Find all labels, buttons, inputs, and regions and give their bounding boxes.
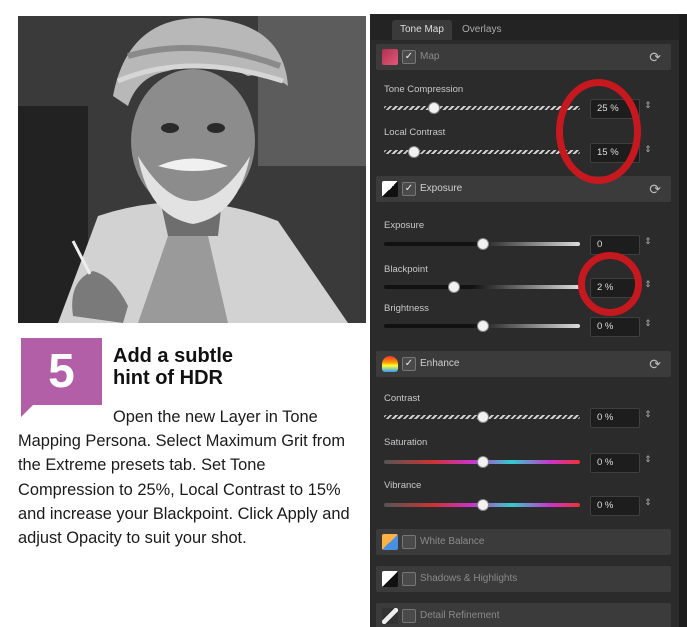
vibrance-spinner-icon[interactable]: ⇕ [643, 498, 653, 507]
tone-compression-value[interactable]: 25 % [590, 99, 640, 119]
tone-compression-slider[interactable] [384, 102, 580, 114]
white-balance-swatch-icon [382, 534, 398, 550]
blackpoint-value[interactable]: 2 % [590, 278, 640, 298]
contrast-slider[interactable] [384, 411, 580, 423]
panel-scrollbar[interactable] [679, 14, 687, 627]
step-body-text: Open the new Layer in Tone Mapping Perso… [18, 408, 350, 548]
exposure-reset-icon[interactable]: ⟳ [649, 176, 661, 202]
blackpoint-spinner-icon[interactable]: ⇕ [643, 280, 653, 289]
saturation-knob[interactable] [477, 456, 489, 468]
section-map-label: Map [420, 51, 440, 62]
map-checkbox[interactable]: ✓ [402, 50, 416, 64]
local-contrast-value[interactable]: 15 % [590, 143, 640, 163]
brightness-value[interactable]: 0 % [590, 317, 640, 337]
contrast-spinner-icon[interactable]: ⇕ [643, 410, 653, 419]
local-contrast-spinner-icon[interactable]: ⇕ [643, 145, 653, 154]
vibrance-value[interactable]: 0 % [590, 496, 640, 516]
tone-map-panel: Tone Map Overlays ✓ Map ⟳ Tone Compressi… [370, 14, 687, 627]
section-shadows-highlights-label: Shadows & Highlights [420, 573, 518, 584]
brightness-label: Brightness [384, 303, 429, 314]
tone-compression-label: Tone Compression [384, 84, 464, 95]
local-contrast-knob[interactable] [408, 146, 421, 158]
contrast-label: Contrast [384, 393, 420, 404]
contrast-value[interactable]: 0 % [590, 408, 640, 428]
section-enhance-label: Enhance [420, 358, 460, 369]
exposure-swatch-icon [382, 181, 398, 197]
section-detail-refinement-label: Detail Refinement [420, 610, 500, 621]
section-white-balance-label: White Balance [420, 536, 485, 547]
contrast-knob[interactable] [477, 411, 489, 423]
blackpoint-knob[interactable] [447, 281, 460, 293]
detail-refinement-checkbox[interactable] [402, 609, 416, 623]
tab-overlays[interactable]: Overlays [454, 20, 509, 40]
local-contrast-slider[interactable] [384, 146, 580, 158]
enhance-checkbox[interactable]: ✓ [402, 357, 416, 371]
section-exposure-label: Exposure [420, 183, 463, 194]
shadows-highlights-checkbox[interactable] [402, 572, 416, 586]
white-balance-checkbox[interactable] [402, 535, 416, 549]
vibrance-slider[interactable] [384, 499, 580, 511]
shadows-highlights-swatch-icon [382, 571, 398, 587]
section-shadows-highlights-header[interactable]: Shadows & Highlights [376, 566, 671, 592]
section-white-balance-header[interactable]: White Balance [376, 529, 671, 555]
exposure-value[interactable]: 0 [590, 235, 640, 255]
saturation-value[interactable]: 0 % [590, 453, 640, 473]
brightness-spinner-icon[interactable]: ⇕ [643, 319, 653, 328]
vibrance-label: Vibrance [384, 480, 422, 491]
section-map-header[interactable]: ✓ Map ⟳ [376, 44, 671, 70]
map-swatch-icon [382, 49, 398, 65]
blackpoint-slider[interactable] [384, 281, 580, 293]
blackpoint-label: Blackpoint [384, 264, 428, 275]
exposure-knob[interactable] [477, 238, 489, 250]
saturation-label: Saturation [384, 437, 428, 448]
portrait-photo [18, 16, 366, 323]
local-contrast-label: Local Contrast [384, 127, 446, 138]
exposure-slider[interactable] [384, 238, 580, 250]
tab-tone-map[interactable]: Tone Map [392, 20, 452, 40]
exposure-label: Exposure [384, 220, 425, 231]
detail-refinement-swatch-icon [382, 608, 398, 624]
section-enhance-header[interactable]: ✓ Enhance ⟳ [376, 351, 671, 377]
enhance-reset-icon[interactable]: ⟳ [649, 351, 661, 377]
step-number: 5 [48, 345, 75, 398]
step-title: Add a subtle hint of HDR [113, 345, 353, 389]
saturation-slider[interactable] [384, 456, 580, 468]
step-title-line-2: hint of HDR [113, 367, 223, 389]
portrait-illustration [18, 16, 366, 323]
step-title-line-1: Add a subtle [113, 345, 234, 367]
tone-compression-spinner-icon[interactable]: ⇕ [643, 101, 653, 110]
saturation-spinner-icon[interactable]: ⇕ [643, 455, 653, 464]
section-detail-refinement-header[interactable]: Detail Refinement [376, 603, 671, 627]
brightness-slider[interactable] [384, 320, 580, 332]
highlight-ring-map-values [556, 79, 641, 184]
exposure-spinner-icon[interactable]: ⇕ [643, 237, 653, 246]
section-exposure-header[interactable]: ✓ Exposure ⟳ [376, 176, 671, 202]
panel-tab-bar: Tone Map Overlays [370, 14, 679, 40]
exposure-checkbox[interactable]: ✓ [402, 182, 416, 196]
step-number-badge: 5 [21, 338, 102, 417]
map-reset-icon[interactable]: ⟳ [649, 44, 661, 70]
brightness-knob[interactable] [477, 320, 489, 332]
enhance-swatch-icon [382, 356, 398, 372]
vibrance-knob[interactable] [477, 499, 489, 511]
tone-compression-knob[interactable] [428, 102, 440, 114]
